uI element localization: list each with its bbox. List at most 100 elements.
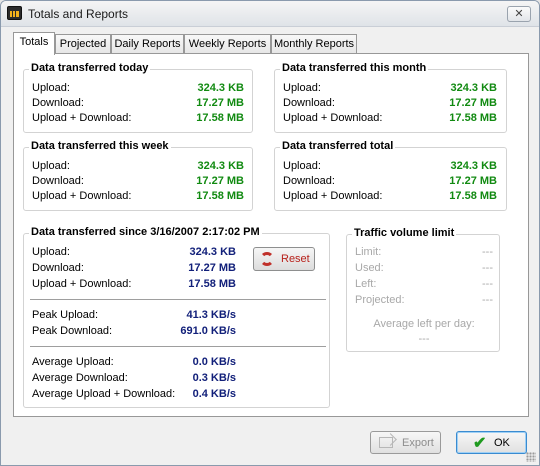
export-arrow-icon (379, 437, 393, 448)
limit-label: Limit: (355, 246, 382, 258)
today-upload-row: Upload: 324.3 KB (32, 82, 244, 97)
group-since-title: Data transferred since 3/16/2007 2:17:02… (29, 226, 262, 238)
month-upload-label: Upload: (283, 82, 321, 94)
month-download-value: 17.27 MB (449, 97, 497, 109)
month-both-value: 17.58 MB (449, 112, 497, 124)
group-month-title: Data transferred this month (280, 62, 429, 74)
total-both-value: 17.58 MB (449, 190, 497, 202)
limit-value: --- (482, 246, 493, 258)
since-both-value: 17.58 MB (188, 278, 236, 290)
month-upload-row: Upload: 324.3 KB (283, 82, 497, 97)
total-download-value: 17.27 MB (449, 175, 497, 187)
week-upload-label: Upload: (32, 160, 70, 172)
totals-tab-panel: Data transferred today Upload: 324.3 KB … (13, 53, 529, 417)
left-value: --- (482, 278, 493, 290)
close-button[interactable]: ✕ (507, 6, 531, 22)
peak-upload-label: Peak Upload: (32, 309, 99, 321)
month-download-row: Download: 17.27 MB (283, 97, 497, 112)
since-download-value: 17.27 MB (188, 262, 236, 274)
limit-row: Limit: --- (355, 246, 493, 261)
week-both-label: Upload + Download: (32, 190, 132, 202)
used-value: --- (482, 262, 493, 274)
ok-button-label: OK (494, 437, 510, 449)
avg-download-value: 0.3 KB/s (192, 372, 236, 384)
since-download-row: Download: 17.27 MB (32, 262, 236, 277)
tab-weekly-reports[interactable]: Weekly Reports (184, 34, 271, 54)
avg-upload-label: Average Upload: (32, 356, 114, 368)
week-download-label: Download: (32, 175, 84, 187)
today-download-value: 17.27 MB (196, 97, 244, 109)
today-both-label: Upload + Download: (32, 112, 132, 124)
avg-both-value: 0.4 KB/s (192, 388, 236, 400)
left-label: Left: (355, 278, 377, 290)
week-both-row: Upload + Download: 17.58 MB (32, 190, 244, 205)
peak-upload-row: Peak Upload: 41.3 KB/s (32, 309, 236, 324)
week-upload-row: Upload: 324.3 KB (32, 160, 244, 175)
since-separator-2 (30, 346, 326, 347)
month-upload-value: 324.3 KB (450, 82, 497, 94)
title-bar: Totals and Reports ✕ (1, 1, 539, 27)
export-button[interactable]: Export (370, 431, 441, 454)
month-both-row: Upload + Download: 17.58 MB (283, 112, 497, 127)
refresh-icon (260, 252, 274, 266)
avg-both-row: Average Upload + Download: 0.4 KB/s (32, 388, 236, 403)
avg-left-per-day-label: Average left per day: (373, 318, 475, 330)
tab-monthly-reports[interactable]: Monthly Reports (271, 34, 357, 54)
since-download-label: Download: (32, 262, 84, 274)
peak-download-label: Peak Download: (32, 325, 113, 337)
month-download-label: Download: (283, 97, 335, 109)
total-both-row: Upload + Download: 17.58 MB (283, 190, 497, 205)
peak-download-value: 691.0 KB/s (180, 325, 236, 337)
used-label: Used: (355, 262, 384, 274)
projected-row: Projected: --- (355, 294, 493, 309)
group-week: Data transferred this week Upload: 324.3… (23, 140, 253, 211)
since-separator-1 (30, 299, 326, 300)
since-upload-label: Upload: (32, 246, 70, 258)
peak-download-row: Peak Download: 691.0 KB/s (32, 325, 236, 340)
projected-label: Projected: (355, 294, 405, 306)
since-upload-row: Upload: 324.3 KB (32, 246, 236, 261)
reset-button-label: Reset (281, 253, 310, 265)
peak-upload-value: 41.3 KB/s (186, 309, 236, 321)
group-traffic-limit-title: Traffic volume limit (352, 227, 457, 239)
resize-grip[interactable] (526, 452, 536, 462)
today-both-row: Upload + Download: 17.58 MB (32, 112, 244, 127)
today-upload-label: Upload: (32, 82, 70, 94)
group-today: Data transferred today Upload: 324.3 KB … (23, 62, 253, 133)
group-week-title: Data transferred this week (29, 140, 171, 152)
month-both-label: Upload + Download: (283, 112, 383, 124)
app-meter-icon (7, 6, 22, 20)
group-total: Data transferred total Upload: 324.3 KB … (274, 140, 507, 211)
total-download-label: Download: (283, 175, 335, 187)
today-download-row: Download: 17.27 MB (32, 97, 244, 112)
total-upload-row: Upload: 324.3 KB (283, 160, 497, 175)
window-title: Totals and Reports (28, 7, 129, 21)
totals-and-reports-window: Totals and Reports ✕ Totals Projected Da… (0, 0, 540, 466)
avg-download-row: Average Download: 0.3 KB/s (32, 372, 236, 387)
tab-totals[interactable]: Totals (13, 32, 55, 55)
group-total-title: Data transferred total (280, 140, 396, 152)
avg-both-label: Average Upload + Download: (32, 388, 176, 400)
group-today-title: Data transferred today (29, 62, 151, 74)
tab-daily-reports[interactable]: Daily Reports (111, 34, 184, 54)
week-download-row: Download: 17.27 MB (32, 175, 244, 190)
group-month: Data transferred this month Upload: 324.… (274, 62, 507, 133)
total-both-label: Upload + Download: (283, 190, 383, 202)
today-upload-value: 324.3 KB (197, 82, 244, 94)
reset-button[interactable]: Reset (253, 247, 315, 271)
since-both-row: Upload + Download: 17.58 MB (32, 278, 236, 293)
ok-button[interactable]: ✔ OK (456, 431, 527, 454)
avg-upload-value: 0.0 KB/s (192, 356, 236, 368)
projected-value: --- (482, 294, 493, 306)
export-button-label: Export (402, 437, 434, 449)
avg-upload-row: Average Upload: 0.0 KB/s (32, 356, 236, 371)
today-both-value: 17.58 MB (196, 112, 244, 124)
today-download-label: Download: (32, 97, 84, 109)
tab-projected[interactable]: Projected (55, 34, 111, 54)
left-row: Left: --- (355, 278, 493, 293)
total-upload-label: Upload: (283, 160, 321, 172)
total-upload-value: 324.3 KB (450, 160, 497, 172)
week-download-value: 17.27 MB (196, 175, 244, 187)
group-traffic-limit: Traffic volume limit Limit: --- Used: --… (346, 227, 500, 352)
checkmark-icon: ✔ (473, 435, 487, 452)
